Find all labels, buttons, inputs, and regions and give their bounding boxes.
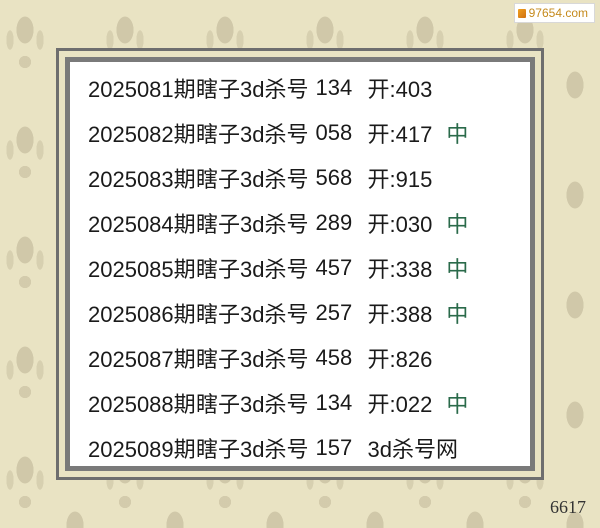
record-row: 2025085期 瞎子3d杀号 457 开:338 中 bbox=[70, 245, 530, 290]
record-hit-mark: 中 bbox=[446, 256, 469, 282]
record-label: 瞎子3d杀号 bbox=[196, 256, 309, 282]
record-row: 2025087期 瞎子3d杀号 458 开:826 bbox=[70, 335, 530, 380]
record-kill-number: 458 bbox=[315, 344, 353, 370]
record-issue: 2025082期 bbox=[88, 121, 196, 147]
record-kill-number: 157 bbox=[315, 434, 353, 460]
record-issue: 2025086期 bbox=[88, 301, 196, 327]
record-hit-mark: 中 bbox=[446, 211, 469, 237]
footer-number: 6617 bbox=[550, 497, 586, 517]
records-frame: 2025081期 瞎子3d杀号 134 开:403 2025082期 瞎子3d杀… bbox=[56, 48, 544, 480]
record-kill-number: 134 bbox=[315, 74, 353, 100]
record-label: 瞎子3d杀号 bbox=[196, 211, 309, 237]
record-open-result: 3d杀号网 bbox=[367, 436, 458, 462]
record-row: 2025088期 瞎子3d杀号 134 开:022 中 bbox=[70, 380, 530, 425]
record-label: 瞎子3d杀号 bbox=[196, 76, 309, 102]
record-label: 瞎子3d杀号 bbox=[196, 301, 309, 327]
site-logo-icon bbox=[517, 8, 526, 18]
record-hit-mark: 中 bbox=[446, 121, 469, 147]
record-kill-number: 257 bbox=[315, 299, 353, 325]
record-open-result: 开:403 bbox=[367, 76, 433, 102]
record-kill-number: 289 bbox=[315, 209, 353, 235]
record-open-result: 开:022 bbox=[367, 391, 433, 417]
record-row: 2025084期 瞎子3d杀号 289 开:030 中 bbox=[70, 200, 530, 245]
record-open-result: 开:826 bbox=[367, 346, 433, 372]
record-issue: 2025081期 bbox=[88, 76, 196, 102]
record-issue: 2025084期 bbox=[88, 211, 196, 237]
record-kill-number: 568 bbox=[315, 164, 353, 190]
record-label: 瞎子3d杀号 bbox=[196, 391, 309, 417]
record-row: 2025082期 瞎子3d杀号 058 开:417 中 bbox=[70, 110, 530, 155]
record-open-result: 开:030 bbox=[367, 211, 433, 237]
record-open-result: 开:915 bbox=[367, 166, 433, 192]
record-open-result: 开:388 bbox=[367, 301, 433, 327]
record-issue: 2025088期 bbox=[88, 391, 196, 417]
records-panel: 2025081期 瞎子3d杀号 134 开:403 2025082期 瞎子3d杀… bbox=[65, 57, 535, 471]
record-label: 瞎子3d杀号 bbox=[196, 436, 309, 462]
record-kill-number: 058 bbox=[315, 119, 353, 145]
site-watermark: 97654.com bbox=[513, 3, 595, 23]
record-label: 瞎子3d杀号 bbox=[196, 346, 309, 372]
record-row: 2025086期 瞎子3d杀号 257 开:388 中 bbox=[70, 290, 530, 335]
record-hit-mark: 中 bbox=[446, 301, 469, 327]
record-issue: 2025085期 bbox=[88, 256, 196, 282]
record-issue: 2025089期 bbox=[88, 436, 196, 462]
record-hit-mark: 中 bbox=[446, 391, 469, 417]
record-kill-number: 134 bbox=[315, 389, 353, 415]
record-row: 2025083期 瞎子3d杀号 568 开:915 bbox=[70, 155, 530, 200]
watermark-text: 97654.com bbox=[528, 6, 588, 20]
record-open-result: 开:417 bbox=[367, 121, 433, 147]
record-kill-number: 457 bbox=[315, 254, 353, 280]
record-issue: 2025083期 bbox=[88, 166, 196, 192]
record-row: 2025081期 瞎子3d杀号 134 开:403 bbox=[70, 65, 530, 110]
record-open-result: 开:338 bbox=[367, 256, 433, 282]
record-label: 瞎子3d杀号 bbox=[196, 121, 309, 147]
record-label: 瞎子3d杀号 bbox=[196, 166, 309, 192]
record-issue: 2025087期 bbox=[88, 346, 196, 372]
record-row: 2025089期 瞎子3d杀号 157 3d杀号网 bbox=[70, 425, 530, 466]
